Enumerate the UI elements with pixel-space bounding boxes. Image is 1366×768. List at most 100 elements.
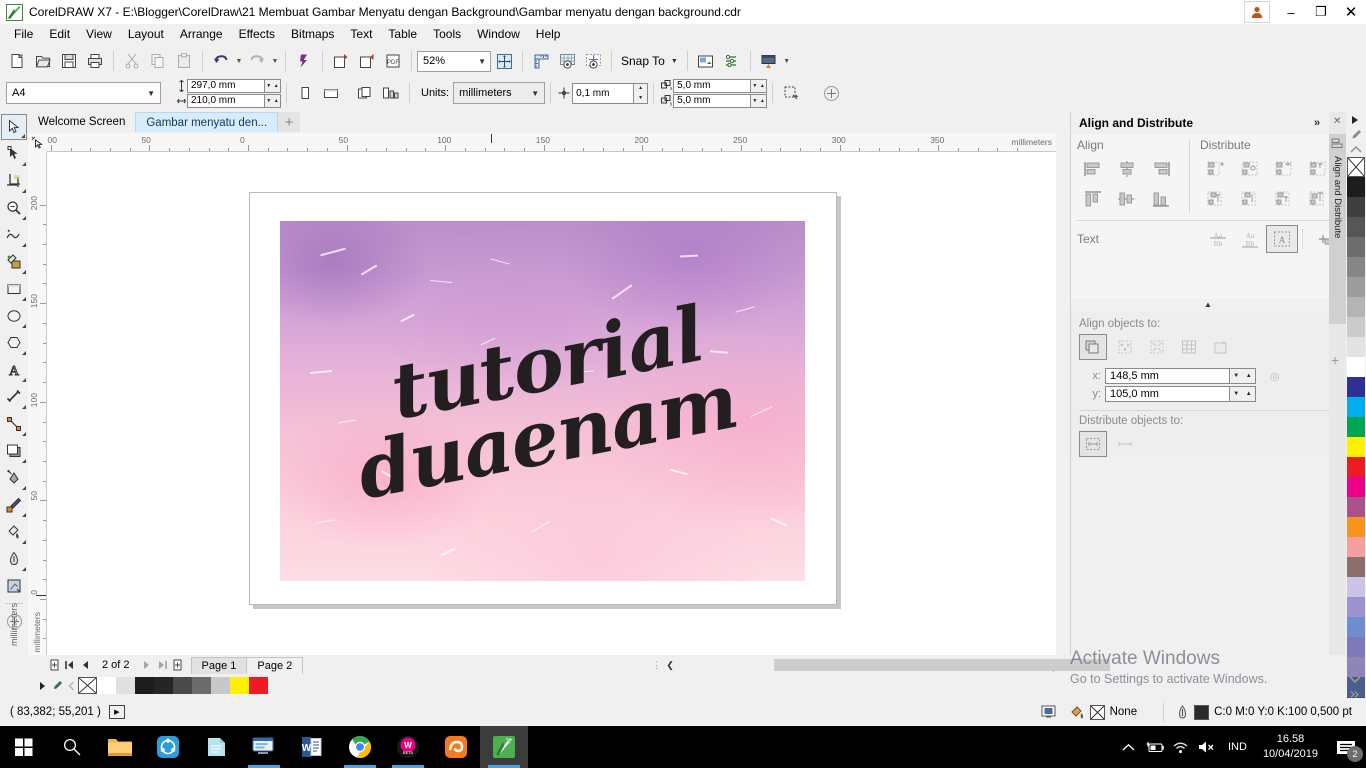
palette-flyout-icon[interactable] — [36, 677, 50, 695]
align-x-value[interactable]: 148,5 mm — [1105, 368, 1230, 384]
options-plus-icon[interactable] — [818, 80, 844, 106]
artwork-text-group[interactable]: tutorial duaenam — [280, 221, 805, 581]
polygon-tool[interactable] — [1, 330, 27, 356]
horizontal-scrollbar[interactable] — [678, 658, 1110, 672]
page-center-icon[interactable] — [1143, 334, 1171, 360]
outline-status[interactable]: C:0 M:0 Y:0 K:100 0,500 pt — [1176, 704, 1352, 720]
new-tab-button[interactable]: + — [278, 112, 301, 132]
duplicate-y-spinner[interactable]: ▼ ▲ — [751, 93, 768, 108]
pick-point-icon[interactable]: ◎ — [1270, 370, 1280, 383]
document-color-preview[interactable] — [1041, 705, 1056, 719]
color-swatch[interactable] — [1347, 537, 1365, 557]
menu-edit[interactable]: Edit — [41, 25, 78, 43]
wondershare-app-button[interactable]: W BETA — [384, 726, 432, 768]
menu-layout[interactable]: Layout — [120, 25, 172, 43]
page-height-value[interactable]: 210,0 mm — [187, 93, 265, 108]
eyedropper-icon[interactable] — [1347, 127, 1365, 142]
notes-app-button[interactable] — [192, 726, 240, 768]
tab-active-document[interactable]: Gambar menyatu den... — [135, 112, 279, 132]
color-swatch[interactable] — [1347, 217, 1365, 237]
scroll-down-icon[interactable] — [1346, 672, 1364, 687]
align-top-icon[interactable] — [1077, 185, 1109, 213]
wifi-icon[interactable] — [1168, 726, 1194, 768]
print-icon[interactable] — [82, 48, 108, 74]
drop-shadow-tool[interactable] — [1, 438, 27, 464]
search-content-icon[interactable] — [291, 48, 317, 74]
sync-app-button[interactable] — [144, 726, 192, 768]
start-button[interactable] — [0, 726, 48, 768]
coreldraw-app-button[interactable] — [480, 726, 528, 768]
menu-effects[interactable]: Effects — [231, 25, 283, 43]
distribute-center-horizontal-icon[interactable] — [1234, 155, 1266, 183]
color-swatch[interactable] — [1347, 457, 1365, 477]
status-expand-button[interactable]: ▶ — [108, 705, 125, 719]
palette-swatch-list[interactable] — [1346, 157, 1366, 717]
grid-icon[interactable] — [1175, 334, 1203, 360]
color-palette[interactable] — [1346, 112, 1366, 717]
page-tab-1[interactable]: Page 1 — [190, 656, 248, 674]
export-icon[interactable] — [354, 48, 380, 74]
new-document-icon[interactable] — [4, 48, 30, 74]
color-swatch[interactable] — [154, 677, 173, 694]
launcher-dropdown-icon[interactable]: ▼ — [782, 48, 792, 74]
outline-pen-tool[interactable] — [1, 546, 27, 572]
page-height-spinner[interactable]: ▼ ▲ — [265, 93, 281, 108]
clock[interactable]: 16.58 10/04/2019 — [1255, 732, 1326, 762]
current-page-icon[interactable] — [378, 80, 404, 106]
units-combo[interactable]: millimeters ▼ — [453, 82, 546, 104]
add-page-before-icon[interactable] — [47, 656, 62, 674]
shape-edit-tool[interactable] — [1, 141, 27, 167]
duplicate-x-spinner[interactable]: ▼ ▲ — [751, 78, 768, 93]
edit-scale-icon[interactable] — [778, 80, 804, 106]
color-swatch[interactable] — [1347, 517, 1365, 537]
volume-muted-icon[interactable] — [1194, 726, 1220, 768]
show-grid-icon[interactable] — [554, 48, 580, 74]
portrait-icon[interactable] — [292, 80, 318, 106]
scroll-left-icon[interactable] — [64, 677, 78, 695]
docker-collapse-icon[interactable]: » — [1309, 115, 1325, 131]
color-swatch[interactable] — [1347, 417, 1365, 437]
rectangle-tool[interactable] — [1, 276, 27, 302]
color-swatch[interactable] — [1347, 197, 1365, 217]
swatch-none[interactable] — [1347, 157, 1365, 177]
color-swatch[interactable] — [1347, 317, 1365, 337]
microsoft-word-button[interactable]: W — [288, 726, 336, 768]
color-swatch[interactable] — [1347, 357, 1365, 377]
horizontal-scroll-thumb[interactable] — [773, 659, 1110, 671]
open-document-icon[interactable] — [30, 48, 56, 74]
restore-button[interactable]: ❐ — [1306, 0, 1336, 24]
color-swatch[interactable] — [1347, 377, 1365, 397]
extent-of-page-icon[interactable] — [1111, 431, 1139, 457]
ruler-origin-button[interactable] — [28, 133, 47, 152]
distribute-spacing-vertical-icon[interactable] — [1268, 185, 1300, 213]
menu-text[interactable]: Text — [342, 25, 380, 43]
align-left-icon[interactable] — [1077, 155, 1109, 183]
action-center-button[interactable]: 2 — [1326, 726, 1366, 768]
menu-arrange[interactable]: Arrange — [172, 25, 231, 43]
distribute-left-icon[interactable] — [1200, 155, 1232, 183]
ellipse-tool[interactable] — [1, 303, 27, 329]
color-swatch[interactable] — [1347, 437, 1365, 457]
page-edge-icon[interactable] — [1111, 334, 1139, 360]
scroll-left-icon[interactable]: ❮ — [663, 656, 678, 674]
pick-tool[interactable] — [1, 114, 27, 140]
language-indicator[interactable]: IND — [1220, 741, 1255, 753]
text-tool[interactable]: A — [1, 357, 27, 383]
zoom-level-combo[interactable]: 52% ▼ — [417, 50, 491, 72]
align-x-spinner[interactable]: ▼ ▲ — [1230, 368, 1256, 384]
color-swatch[interactable] — [230, 677, 249, 694]
menu-view[interactable]: View — [78, 25, 120, 43]
freehand-curve-tool[interactable] — [1, 222, 27, 248]
zoom-tool[interactable] — [1, 195, 27, 221]
show-rulers-icon[interactable] — [528, 48, 554, 74]
menu-window[interactable]: Window — [469, 25, 528, 43]
docker-tab-align-distribute[interactable]: Align and Distribute — [1329, 134, 1346, 324]
document-palette-strip[interactable] — [36, 675, 1070, 696]
distribute-top-icon[interactable] — [1200, 185, 1232, 213]
nudge-spinner[interactable]: ▲ ▼ — [634, 82, 649, 104]
color-swatch[interactable] — [97, 677, 116, 694]
palette-strip-swatches[interactable] — [78, 677, 268, 694]
text-bounding-box-icon[interactable]: A — [1266, 225, 1298, 253]
google-chrome-button[interactable] — [336, 726, 384, 768]
align-bottom-icon[interactable] — [1145, 185, 1177, 213]
